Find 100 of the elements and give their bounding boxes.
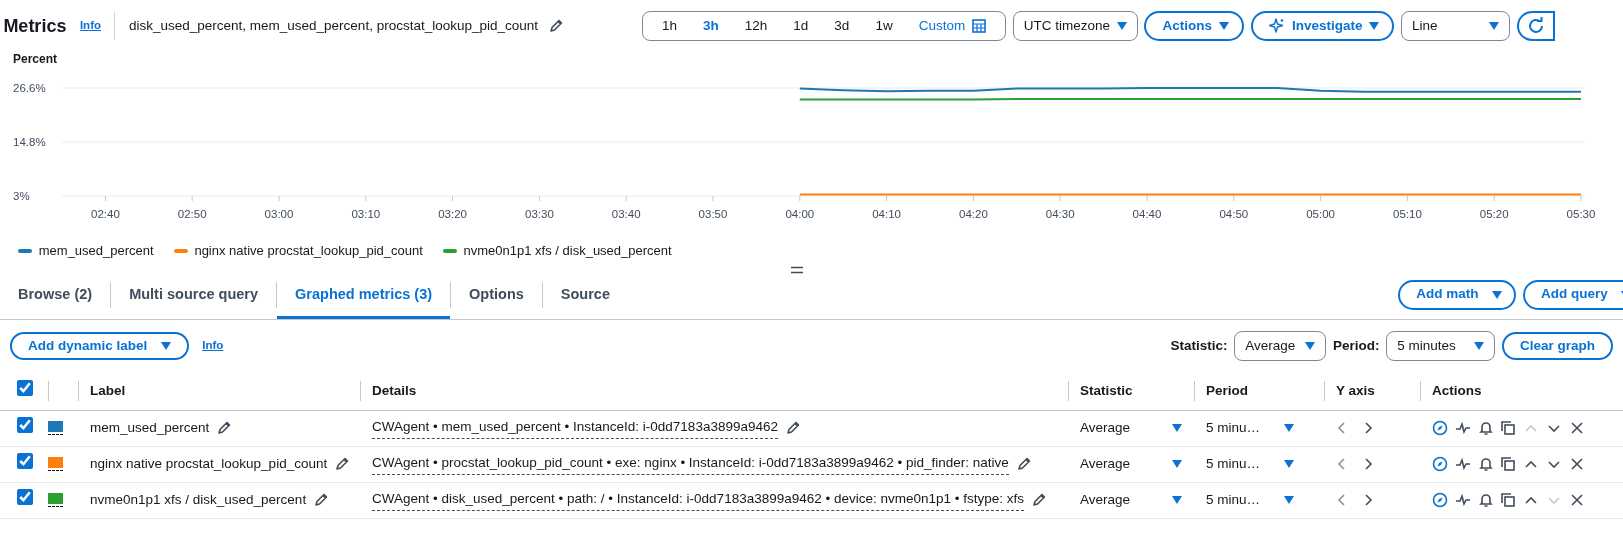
time-range-option[interactable]: 1h [649, 15, 691, 37]
custom-range-button[interactable]: Custom [905, 15, 999, 37]
period-dropdown[interactable]: 5 minutes [1386, 331, 1496, 361]
y-tick-label: 3% [13, 190, 30, 202]
x-tick-label: 03:00 [264, 208, 294, 220]
x-tick-label: 04:10 [872, 208, 901, 220]
period-dropdown[interactable]: 5 minu… [1206, 417, 1294, 439]
column-header: Statistic [1080, 382, 1133, 398]
resize-handle-icon[interactable] [790, 266, 803, 274]
chevron-left-icon[interactable] [1336, 420, 1348, 436]
edit-icon[interactable] [312, 492, 329, 508]
edit-icon[interactable] [548, 18, 564, 34]
select-all-checkbox[interactable] [17, 379, 33, 396]
time-range-option[interactable]: 3d [821, 15, 863, 37]
tab[interactable]: Browse (2) [0, 270, 111, 319]
timezone-dropdown[interactable]: UTC timezone [1012, 11, 1138, 41]
time-range-option[interactable]: 1d [780, 15, 822, 37]
x-tick-label: 04:00 [785, 208, 815, 220]
compass-icon[interactable] [1432, 456, 1448, 472]
investigate-button[interactable]: Investigate [1251, 11, 1395, 41]
statistic-dropdown[interactable]: Average [1080, 417, 1182, 439]
legend-label: nvme0n1p1 xfs / disk_used_percent [463, 242, 672, 261]
y-tick-label: 26.6% [13, 82, 46, 94]
row-checkbox[interactable] [17, 416, 33, 433]
copy-icon[interactable] [1500, 420, 1517, 436]
pulse-icon[interactable] [1454, 492, 1471, 508]
time-range-option[interactable]: 3h [690, 15, 732, 37]
caret-icon [1218, 22, 1229, 30]
chevron-left-icon[interactable] [1336, 456, 1348, 472]
copy-icon[interactable] [1500, 492, 1517, 508]
caret-icon [1172, 496, 1182, 504]
edit-icon[interactable] [1030, 492, 1047, 508]
clear-graph-button[interactable]: Clear graph [1501, 332, 1613, 360]
sparkle-icon [1269, 18, 1286, 34]
x-tick-label: 03:20 [438, 208, 467, 220]
column-header: Period [1206, 382, 1248, 398]
color-swatch[interactable] [48, 421, 63, 435]
chevron-left-icon[interactable] [1336, 492, 1348, 508]
info-link[interactable]: Info [79, 17, 101, 35]
close-icon[interactable] [1568, 492, 1585, 508]
row-checkbox[interactable] [17, 452, 33, 469]
bell-icon[interactable] [1477, 492, 1494, 508]
time-range-option[interactable]: 12h [731, 15, 781, 37]
refresh-button[interactable] [1516, 11, 1555, 41]
tab[interactable]: Graphed metrics (3) [277, 270, 451, 319]
caret-icon [1492, 290, 1502, 299]
pulse-icon[interactable] [1454, 456, 1471, 472]
add-query-button[interactable]: Add query [1523, 279, 1623, 310]
tab[interactable]: Source [542, 270, 628, 319]
caret-icon [1488, 22, 1499, 30]
metric-details: CWAgent • procstat_lookup_pid_count • exe: nginx • InstanceId: i-0dd7183a3899a9462 • pid_finder: native [372, 453, 1009, 475]
copy-icon[interactable] [1500, 456, 1517, 472]
x-tick-label: 05:20 [1479, 208, 1509, 220]
statistic-dropdown[interactable]: Average [1234, 331, 1327, 361]
info-link[interactable]: Info [202, 337, 224, 355]
x-tick-label: 04:50 [1219, 208, 1249, 220]
x-tick-label: 02:50 [177, 208, 207, 220]
color-swatch[interactable] [48, 457, 63, 471]
close-icon[interactable] [1568, 456, 1585, 472]
bell-icon[interactable] [1477, 420, 1494, 436]
row-checkbox[interactable] [17, 488, 33, 505]
field-label: Period: [1332, 336, 1380, 355]
field-label: Statistic: [1170, 336, 1228, 355]
close-icon[interactable] [1568, 420, 1585, 436]
bell-icon[interactable] [1477, 456, 1494, 472]
edit-icon[interactable] [216, 420, 233, 436]
caret-icon [1474, 342, 1485, 350]
x-tick-label: 03:40 [611, 208, 641, 220]
time-range-option[interactable]: 1w [862, 15, 906, 37]
metric-label: nginx native procstat_lookup_pid_count [90, 454, 328, 473]
period-dropdown[interactable]: 5 minu… [1206, 453, 1294, 475]
tab[interactable]: Options [451, 270, 542, 319]
tab[interactable]: Multi source query [111, 270, 277, 319]
caret-icon [1284, 460, 1294, 468]
x-tick-label: 04:40 [1132, 208, 1162, 220]
column-header: Actions [1432, 382, 1482, 398]
compass-icon[interactable] [1432, 492, 1448, 508]
axis-title: Percent [12, 52, 59, 66]
caret-icon [1172, 424, 1182, 432]
color-swatch[interactable] [48, 493, 63, 507]
actions-button[interactable]: Actions [1144, 11, 1245, 41]
statistic-dropdown[interactable]: Average [1080, 489, 1182, 511]
x-tick-label: 03:30 [525, 208, 554, 220]
edit-icon[interactable] [784, 420, 801, 436]
chart-type-dropdown[interactable]: Line [1400, 11, 1510, 41]
x-tick-label: 03:50 [698, 208, 728, 220]
edit-icon[interactable] [333, 456, 350, 472]
period-dropdown[interactable]: 5 minu… [1206, 489, 1294, 511]
statistic-dropdown[interactable]: Average [1080, 453, 1182, 475]
caret-icon [1116, 22, 1127, 30]
legend-label: mem_used_percent [38, 242, 154, 261]
column-header: Label [90, 382, 126, 398]
add-dynamic-label-button[interactable]: Add dynamic label [10, 332, 189, 360]
page-title: Metrics [3, 14, 67, 38]
add-math-button[interactable]: Add math [1398, 279, 1517, 310]
y-tick-label: 14.8% [13, 136, 46, 148]
pulse-icon[interactable] [1454, 420, 1471, 436]
compass-icon[interactable] [1432, 420, 1448, 436]
edit-icon[interactable] [1015, 456, 1032, 472]
x-tick-label: 05:30 [1566, 208, 1596, 220]
